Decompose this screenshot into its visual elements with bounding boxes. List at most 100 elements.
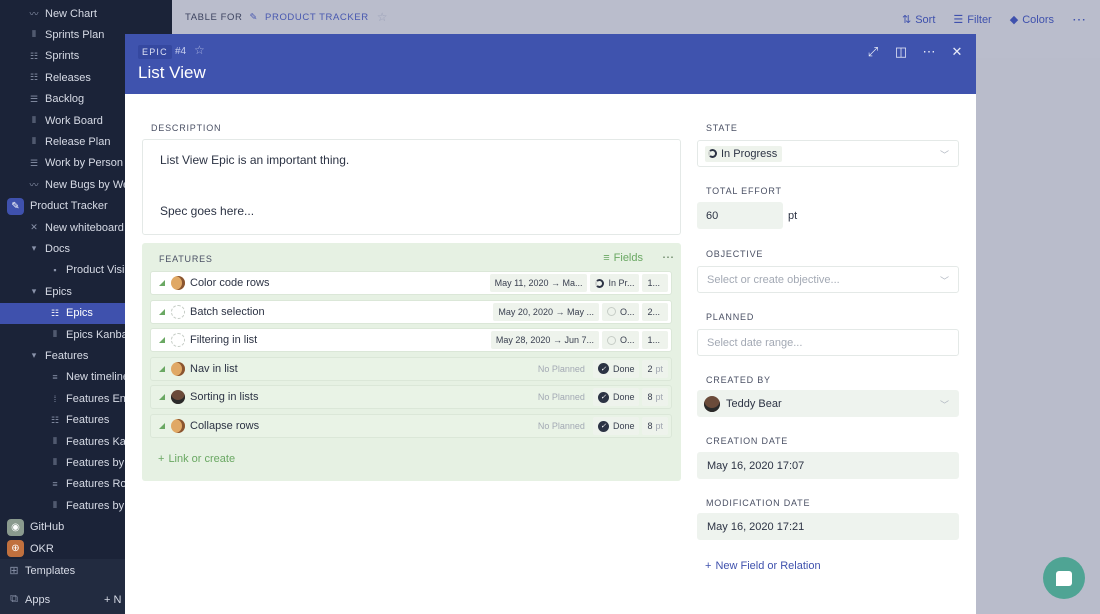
features-label: FEATURES bbox=[159, 254, 213, 264]
creation-date-label: CREATION DATE bbox=[706, 436, 789, 446]
effort-chip[interactable]: 2... bbox=[642, 302, 668, 321]
whiteboard-icon: ✕ bbox=[30, 222, 38, 232]
assignee-avatar bbox=[171, 419, 185, 433]
effort-chip[interactable]: 8 pt bbox=[642, 388, 668, 407]
planned-date-range-input[interactable]: Select date range... bbox=[697, 329, 959, 356]
star-icon[interactable]: ☆ bbox=[194, 43, 205, 57]
total-effort-field[interactable]: 60 bbox=[697, 202, 783, 229]
effort-chip[interactable]: 2 pt bbox=[642, 359, 668, 378]
planned-chip[interactable]: No Planned bbox=[533, 388, 590, 406]
plus-icon: + bbox=[705, 560, 712, 572]
created-by-label: CREATED BY bbox=[706, 375, 771, 385]
state-select[interactable]: In Progress ﹀ bbox=[697, 140, 959, 167]
okr-app-icon: ⊕ bbox=[7, 540, 24, 557]
modal-header: EPIC #4 ☆ List View ⤢ ◫ ⋯ ✕ bbox=[125, 34, 976, 94]
toolbar: ⇅ Sort ☰ Filter ◆ Colors ⋯ bbox=[902, 11, 1086, 28]
state-label: STATE bbox=[706, 123, 738, 133]
planned-chip[interactable]: May 11, 2020 → Ma... bbox=[489, 274, 588, 292]
star-icon[interactable]: ☆ bbox=[377, 10, 388, 24]
feature-row[interactable]: Filtering in list May 28, 2020 → Jun 7...… bbox=[150, 328, 672, 353]
table-icon: ☷ bbox=[50, 414, 60, 425]
open-circle-icon bbox=[606, 335, 616, 345]
state-chip[interactable]: O... bbox=[601, 331, 640, 350]
planned-chip[interactable]: No Planned bbox=[533, 360, 590, 378]
link-or-create-button[interactable]: + Link or create bbox=[158, 453, 235, 465]
feature-row[interactable]: Batch selection May 20, 2020 → May ... O..… bbox=[150, 299, 672, 324]
in-progress-icon bbox=[595, 278, 605, 288]
breadcrumb-product-tracker[interactable]: PRODUCT TRACKER bbox=[265, 12, 369, 23]
feature-name: Filtering in list bbox=[190, 334, 258, 347]
chart-line-icon: 〰 bbox=[29, 180, 39, 191]
total-effort-label: TOTAL EFFORT bbox=[706, 186, 782, 196]
sidebar-item-new-chart[interactable]: 〰 New Chart bbox=[0, 3, 172, 24]
sort-button[interactable]: ⇅ Sort bbox=[902, 13, 935, 27]
state-chip[interactable]: ✓ Done bbox=[592, 388, 640, 407]
filter-button[interactable]: ☰ Filter bbox=[953, 13, 991, 27]
expand-triangle-icon[interactable] bbox=[159, 308, 165, 315]
description-editor[interactable]: List View Epic is an important thing. Sp… bbox=[142, 139, 681, 235]
plus-icon: + bbox=[158, 453, 165, 465]
caret-down-icon: ▾ bbox=[31, 350, 37, 361]
feature-row[interactable]: Nav in list No Planned ✓ Done 2 pt bbox=[150, 356, 672, 381]
github-app-icon: ◉ bbox=[7, 518, 24, 536]
teddy-bear-avatar bbox=[704, 395, 720, 412]
feature-name: Collapse rows bbox=[190, 420, 260, 432]
features-more-icon[interactable]: ⋯ bbox=[662, 250, 674, 264]
feature-name: Nav in list bbox=[190, 362, 238, 375]
expand-triangle-icon[interactable] bbox=[159, 423, 165, 429]
record-title[interactable]: List View bbox=[138, 63, 206, 83]
record-type-badge: EPIC bbox=[138, 45, 172, 59]
side-panel-icon[interactable]: ◫ bbox=[894, 44, 908, 60]
expand-icon[interactable]: ⤢ bbox=[866, 44, 880, 60]
fields-icon: ≡ bbox=[603, 252, 610, 264]
board-icon: ⦀ bbox=[32, 115, 36, 125]
state-chip[interactable]: In Pr... bbox=[590, 274, 640, 292]
expand-triangle-icon[interactable] bbox=[159, 337, 165, 344]
effort-chip[interactable]: 8 pt bbox=[642, 417, 668, 435]
planned-chip[interactable]: No Planned bbox=[533, 417, 590, 435]
effort-unit: pt bbox=[788, 210, 798, 222]
fields-button[interactable]: ≡ Fields bbox=[603, 252, 643, 264]
product-tracker-icon: ✎ bbox=[249, 11, 259, 23]
sort-icon: ⇅ bbox=[902, 14, 912, 26]
chat-icon bbox=[1056, 570, 1072, 586]
state-chip[interactable]: ✓ Done bbox=[592, 359, 640, 378]
caret-down-icon: ▾ bbox=[31, 286, 37, 297]
more-icon[interactable]: ⋯ bbox=[922, 44, 936, 60]
expand-triangle-icon[interactable] bbox=[159, 280, 165, 286]
planned-chip[interactable]: May 28, 2020 → Jun 7... bbox=[490, 331, 599, 350]
expand-triangle-icon[interactable] bbox=[159, 365, 165, 372]
check-circle-icon: ✓ bbox=[597, 420, 609, 432]
feature-row[interactable]: Color code rows May 11, 2020 → Ma... In Pr… bbox=[150, 271, 672, 295]
state-chip[interactable]: ✓ Done bbox=[592, 417, 640, 435]
expand-triangle-icon[interactable] bbox=[159, 394, 165, 401]
record-number: #4 bbox=[175, 46, 187, 57]
new-field-or-relation-button[interactable]: + New Field or Relation bbox=[705, 560, 821, 572]
new-app-button[interactable]: + N bbox=[104, 594, 121, 606]
planned-chip[interactable]: May 20, 2020 → May ... bbox=[493, 302, 599, 321]
creation-date-value: May 16, 2020 17:07 bbox=[697, 452, 959, 479]
board-icon: ⦀ bbox=[53, 329, 57, 339]
modification-date-value: May 16, 2020 17:21 bbox=[697, 513, 959, 540]
board-icon: ⦀ bbox=[32, 29, 36, 40]
created-by-field[interactable]: Teddy Bear ﹀ bbox=[697, 390, 959, 417]
effort-chip[interactable]: 1... bbox=[642, 274, 668, 292]
colors-button[interactable]: ◆ Colors bbox=[1010, 13, 1054, 27]
templates-icon: ⊞ bbox=[9, 565, 19, 577]
assignee-avatar bbox=[171, 276, 185, 290]
feature-row[interactable]: Collapse rows No Planned ✓ Done 8 pt bbox=[150, 414, 672, 438]
timeline-icon: ≡ bbox=[52, 372, 58, 383]
objective-select[interactable]: Select or create objective... ﹀ bbox=[697, 266, 959, 293]
list-icon: ☰ bbox=[29, 93, 39, 104]
chevron-down-icon: ﹀ bbox=[939, 400, 949, 410]
table-icon: ☷ bbox=[29, 72, 39, 83]
chat-launcher-button[interactable] bbox=[1043, 557, 1085, 599]
feature-name: Color code rows bbox=[190, 277, 270, 289]
close-icon[interactable]: ✕ bbox=[950, 44, 964, 60]
breadcrumb: TABLE FOR ✎ PRODUCT TRACKER ☆ bbox=[185, 10, 389, 24]
board-icon: ⦀ bbox=[53, 436, 57, 446]
effort-chip[interactable]: 1... bbox=[642, 331, 668, 350]
more-options-button[interactable]: ⋯ bbox=[1072, 11, 1086, 28]
feature-row[interactable]: Sorting in lists No Planned ✓ Done 8 pt bbox=[150, 385, 672, 410]
state-chip[interactable]: O... bbox=[601, 302, 640, 321]
